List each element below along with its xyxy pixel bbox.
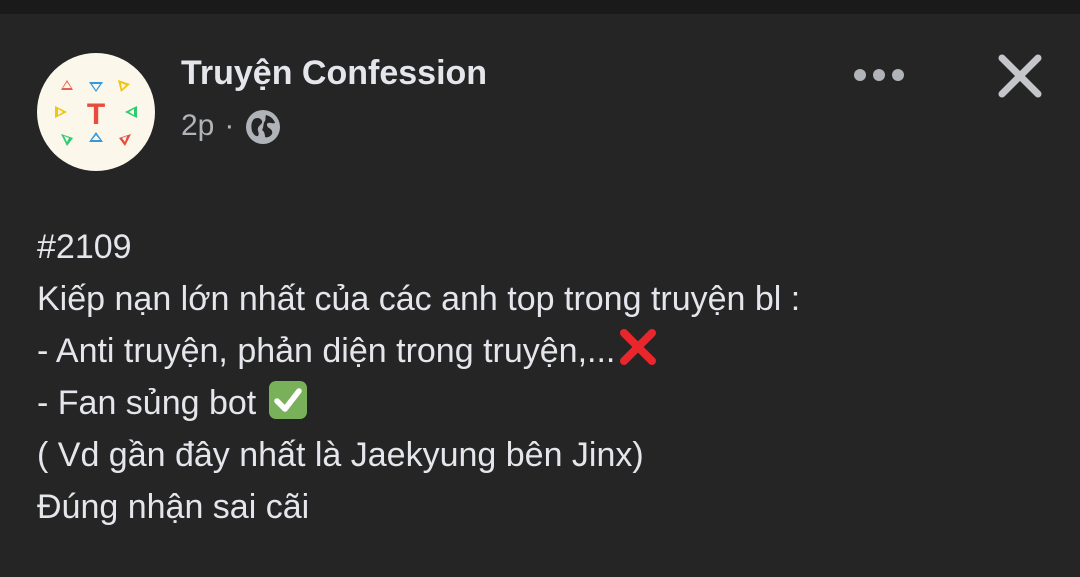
post-line-6: Đúng nhận sai cãi [37,481,1047,533]
globe-icon[interactable] [245,107,281,145]
post-line-1-text: #2109 [37,228,132,266]
post-viewer: T Truyện Confession 2p · #2109 Kiếp nạn … [0,0,1080,577]
post-line-6-text: Đúng nhận sai cãi [37,488,310,526]
post-meta: 2p · [181,104,281,148]
more-horizontal-icon [854,69,904,81]
post-line-4-text: - Fan sủng bot [37,384,266,422]
post-line-5-text: ( Vd gần đây nhất là Jaekyung bên Jinx) [37,436,644,474]
status-bar-edge [0,0,1080,14]
avatar-logo-icon: T [55,80,137,146]
post-line-1: #2109 [37,221,1047,273]
post-line-5: ( Vd gần đây nhất là Jaekyung bên Jinx) [37,429,1047,481]
svg-text:T: T [87,98,105,131]
check-mark-button-emoji-icon [268,380,308,435]
more-options-button[interactable] [848,56,910,94]
page-name-link[interactable]: Truyện Confession [181,54,487,93]
post-line-2: Kiếp nạn lớn nhất của các anh top trong … [37,273,1047,325]
meta-separator: · [224,109,235,142]
post-line-4: - Fan sủng bot [37,377,1047,429]
post-text: #2109 Kiếp nạn lớn nhất của các anh top … [37,221,1047,533]
page-avatar[interactable]: T [37,53,155,171]
post-line-3-text: - Anti truyện, phản diện trong truyện,..… [37,332,616,370]
close-icon [998,54,1042,98]
close-button[interactable] [992,48,1048,104]
post-line-2-text: Kiếp nạn lớn nhất của các anh top trong … [37,280,801,318]
post-timestamp[interactable]: 2p [181,109,214,143]
cross-mark-emoji-icon [617,326,659,383]
post-line-3: - Anti truyện, phản diện trong truyện,..… [37,325,1047,377]
